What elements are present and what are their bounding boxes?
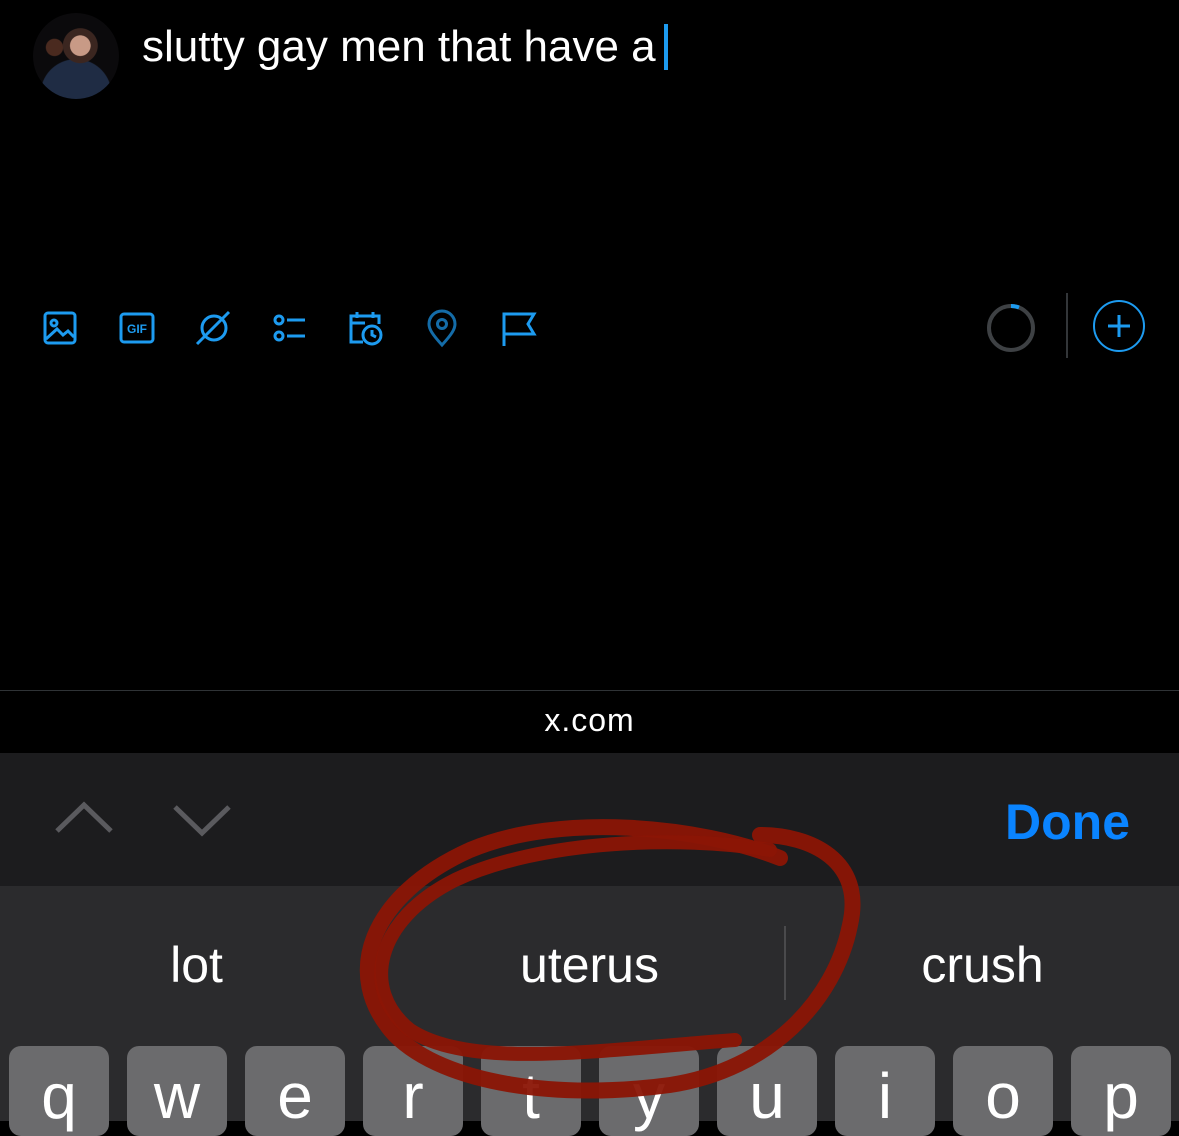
location-button[interactable]	[417, 300, 467, 355]
done-button[interactable]: Done	[1005, 793, 1130, 851]
schedule-icon	[349, 311, 383, 345]
key-q[interactable]: q	[9, 1046, 109, 1136]
character-progress-ring	[987, 303, 1035, 352]
key-p[interactable]: p	[1071, 1046, 1171, 1136]
key-e[interactable]: e	[245, 1046, 345, 1136]
next-field-icon[interactable]	[172, 795, 232, 845]
tweet-input[interactable]: slutty gay men that have a	[142, 22, 668, 72]
key-r[interactable]: r	[363, 1046, 463, 1136]
suggestion-2[interactable]: uterus	[393, 936, 786, 994]
flag-button[interactable]	[493, 300, 543, 355]
schedule-button[interactable]	[340, 300, 390, 355]
key-o[interactable]: o	[953, 1046, 1053, 1136]
poll-button[interactable]	[264, 300, 314, 355]
previous-field-icon[interactable]	[54, 795, 114, 845]
key-w[interactable]: w	[127, 1046, 227, 1136]
gif-icon: GIF	[119, 312, 155, 343]
flag-icon	[502, 312, 537, 346]
toolbar-divider	[1066, 293, 1068, 358]
key-t[interactable]: t	[481, 1046, 581, 1136]
tweet-composer: slutty gay men that have a GIF	[0, 0, 1179, 690]
gif-label: GIF	[127, 322, 147, 336]
avatar[interactable]	[33, 13, 119, 99]
suggestion-1[interactable]: lot	[0, 936, 393, 994]
url-bar[interactable]: x.com	[0, 690, 1179, 753]
key-y[interactable]: y	[599, 1046, 699, 1136]
poll-icon	[273, 314, 305, 341]
suggestion-3[interactable]: crush	[786, 936, 1179, 994]
image-icon	[43, 311, 77, 344]
grok-button[interactable]	[188, 300, 238, 355]
url-domain: x.com	[544, 702, 635, 738]
gif-button[interactable]: GIF	[112, 300, 162, 355]
add-post-button[interactable]	[1093, 300, 1145, 352]
image-button[interactable]	[35, 300, 85, 355]
location-icon	[427, 309, 457, 347]
key-u[interactable]: u	[717, 1046, 817, 1136]
grok-icon	[195, 310, 231, 345]
tweet-text: slutty gay men that have a	[142, 22, 656, 71]
text-cursor	[663, 24, 668, 70]
plus-icon	[1108, 315, 1130, 337]
key-i[interactable]: i	[835, 1046, 935, 1136]
